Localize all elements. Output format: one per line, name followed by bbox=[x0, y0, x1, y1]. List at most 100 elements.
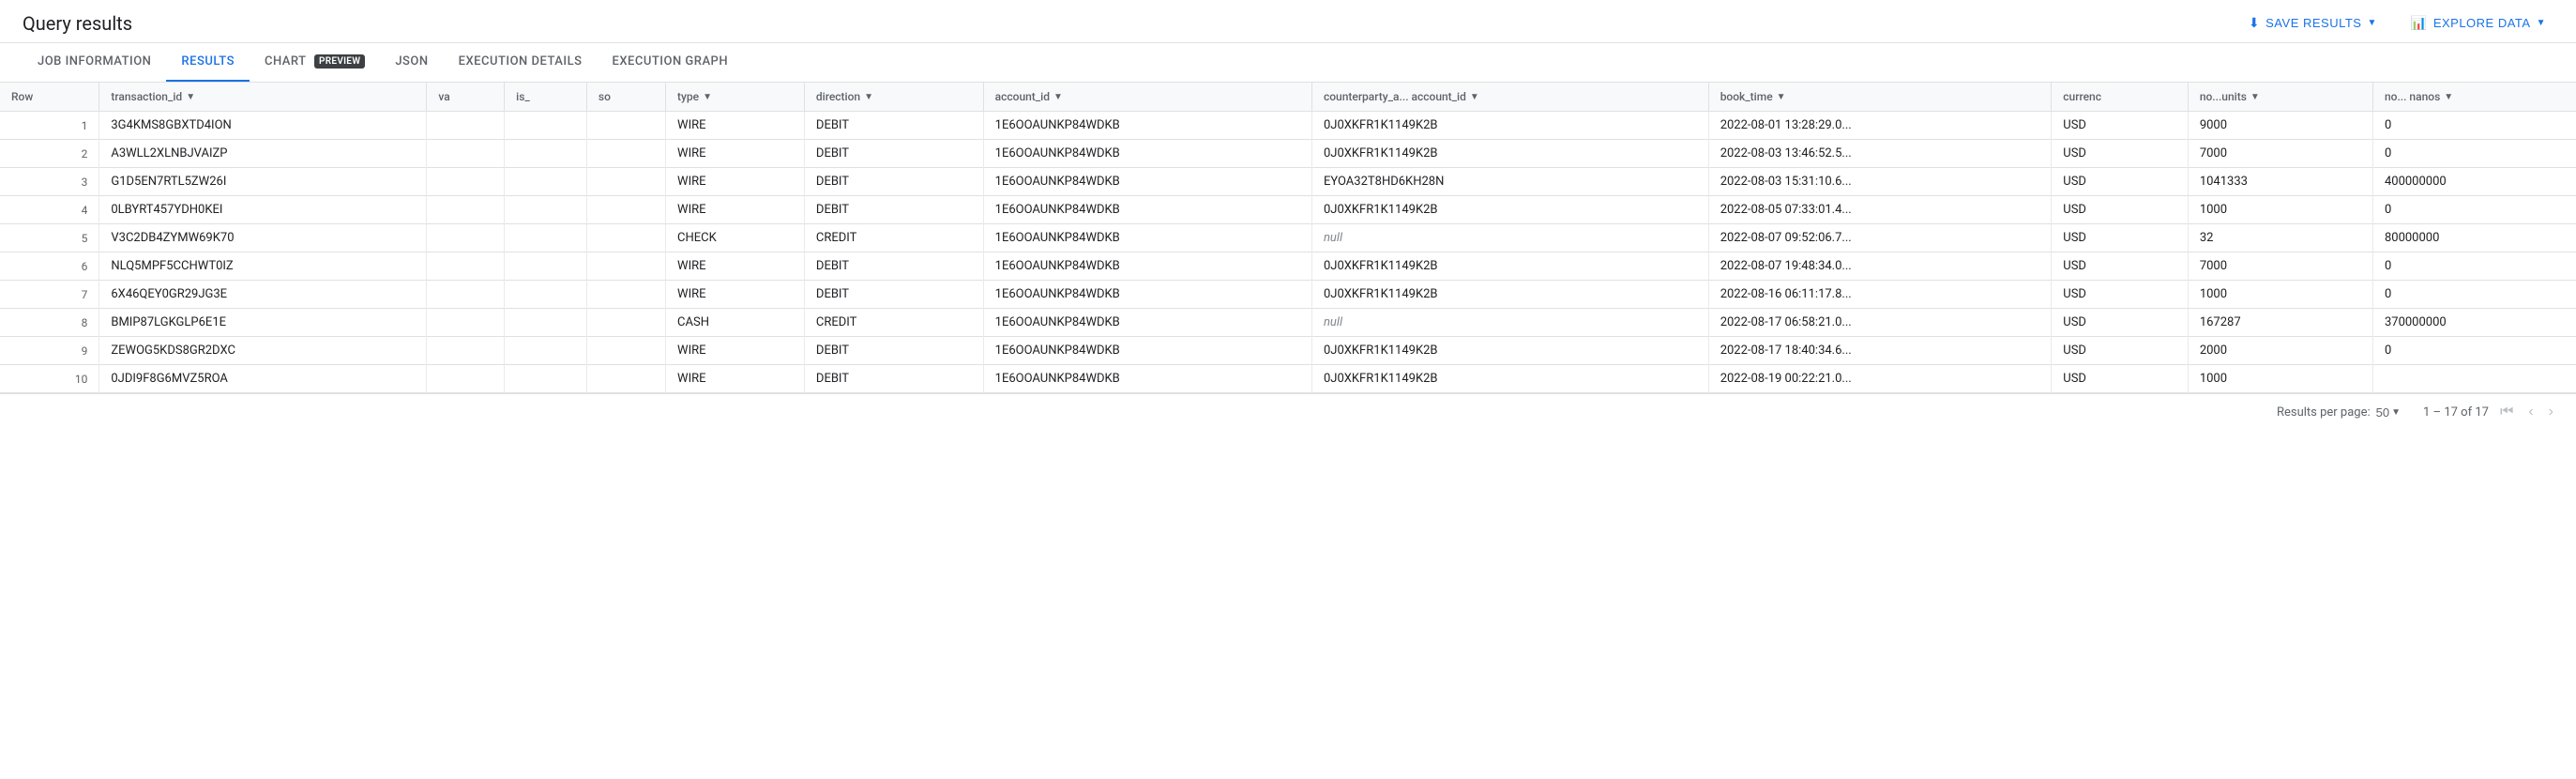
tab-results[interactable]: RESULTS bbox=[166, 43, 250, 82]
table-cell: USD bbox=[2052, 168, 2189, 196]
table-cell: 1E6OOAUNKP84WDKB bbox=[983, 196, 1311, 224]
header-actions: ⬇ SAVE RESULTS ▼ 📊 EXPLORE DATA ▼ bbox=[2241, 11, 2553, 35]
table-cell: BMIP87LGKGLP6E1E bbox=[99, 309, 427, 337]
table-cell: WIRE bbox=[666, 168, 805, 196]
results-per-page-label: Results per page: bbox=[2277, 405, 2371, 420]
table-cell: 2022-08-01 13:28:29.0... bbox=[1708, 112, 2052, 140]
prev-page-button[interactable]: ‹ bbox=[2524, 402, 2537, 422]
per-page-dropdown[interactable]: 50 ▼ bbox=[2376, 405, 2401, 420]
table-cell: 1E6OOAUNKP84WDKB bbox=[983, 168, 1311, 196]
table-cell: 32 bbox=[2188, 224, 2372, 252]
save-results-label: SAVE RESULTS bbox=[2265, 16, 2361, 30]
table-cell: 3G4KMS8GBXTD4ION bbox=[99, 112, 427, 140]
col-no-units-label: no...units bbox=[2200, 90, 2247, 103]
table-cell bbox=[505, 252, 587, 281]
table-cell: DEBIT bbox=[804, 365, 983, 393]
col-type-label: type bbox=[677, 90, 699, 103]
table-row: 76X46QEY0GR29JG3EWIREDEBIT1E6OOAUNKP84WD… bbox=[0, 281, 2576, 309]
table-cell: ZEWOG5KDS8GR2DXC bbox=[99, 337, 427, 365]
preview-badge: PREVIEW bbox=[314, 54, 365, 69]
col-header-no-units[interactable]: no...units ▼ bbox=[2188, 83, 2372, 112]
table-cell: EYOA32T8HD6KH28N bbox=[1311, 168, 1708, 196]
table-cell: A3WLL2XLNBJVAIZP bbox=[99, 140, 427, 168]
table-cell: USD bbox=[2052, 281, 2189, 309]
table-cell bbox=[427, 168, 505, 196]
table-cell: DEBIT bbox=[804, 281, 983, 309]
col-header-so[interactable]: so bbox=[586, 83, 665, 112]
table-cell bbox=[586, 309, 665, 337]
table-cell bbox=[586, 224, 665, 252]
table-row: 3G1D5EN7RTL5ZW26IWIREDEBIT1E6OOAUNKP84WD… bbox=[0, 168, 2576, 196]
table-cell: NLQ5MPF5CCHWT0IZ bbox=[99, 252, 427, 281]
col-transaction-id-label: transaction_id bbox=[111, 90, 182, 103]
table-cell bbox=[586, 168, 665, 196]
table-cell: 10 bbox=[0, 365, 99, 393]
table-cell: G1D5EN7RTL5ZW26I bbox=[99, 168, 427, 196]
save-results-chevron-icon: ▼ bbox=[2367, 18, 2376, 28]
tab-job-information[interactable]: JOB INFORMATION bbox=[23, 43, 166, 82]
table-cell: 0J0XKFR1K1149K2B bbox=[1311, 281, 1708, 309]
table-cell bbox=[505, 224, 587, 252]
table-cell: WIRE bbox=[666, 140, 805, 168]
col-header-va[interactable]: va bbox=[427, 83, 505, 112]
first-page-button[interactable]: ⏮ bbox=[2496, 402, 2517, 422]
table-cell: WIRE bbox=[666, 281, 805, 309]
table-cell: 8 bbox=[0, 309, 99, 337]
table-cell: 7 bbox=[0, 281, 99, 309]
explore-data-button[interactable]: 📊 EXPLORE DATA ▼ bbox=[2403, 11, 2553, 35]
col-currency-label: currenc bbox=[2063, 90, 2101, 103]
col-header-currency[interactable]: currenc bbox=[2052, 83, 2189, 112]
col-header-direction[interactable]: direction ▼ bbox=[804, 83, 983, 112]
table-cell: 1000 bbox=[2188, 281, 2372, 309]
table-cell: DEBIT bbox=[804, 252, 983, 281]
col-header-transaction-id[interactable]: transaction_id ▼ bbox=[99, 83, 427, 112]
table-cell: 0 bbox=[2372, 252, 2576, 281]
col-header-counterparty[interactable]: counterparty_a... account_id ▼ bbox=[1311, 83, 1708, 112]
col-header-book-time[interactable]: book_time ▼ bbox=[1708, 83, 2052, 112]
table-cell: 7000 bbox=[2188, 252, 2372, 281]
table-cell bbox=[505, 112, 587, 140]
table-cell: USD bbox=[2052, 196, 2189, 224]
table-cell: 2022-08-16 06:11:17.8... bbox=[1708, 281, 2052, 309]
tab-chart[interactable]: CHART PREVIEW bbox=[250, 43, 380, 82]
table-cell: 1E6OOAUNKP84WDKB bbox=[983, 252, 1311, 281]
table-cell bbox=[586, 365, 665, 393]
table-cell: 0J0XKFR1K1149K2B bbox=[1311, 252, 1708, 281]
table-cell: 6X46QEY0GR29JG3E bbox=[99, 281, 427, 309]
sort-icon-counterparty: ▼ bbox=[1470, 92, 1479, 102]
tab-execution-details[interactable]: EXECUTION DETAILS bbox=[444, 43, 598, 82]
table-cell bbox=[586, 281, 665, 309]
col-header-row[interactable]: Row bbox=[0, 83, 99, 112]
table-cell bbox=[505, 281, 587, 309]
table-cell: 1041333 bbox=[2188, 168, 2372, 196]
table-cell: 2022-08-03 15:31:10.6... bbox=[1708, 168, 2052, 196]
tab-json[interactable]: JSON bbox=[380, 43, 443, 82]
table-cell: 5 bbox=[0, 224, 99, 252]
table-cell: 3 bbox=[0, 168, 99, 196]
table-cell bbox=[427, 196, 505, 224]
table-cell: CHECK bbox=[666, 224, 805, 252]
table-cell bbox=[427, 365, 505, 393]
col-header-type[interactable]: type ▼ bbox=[666, 83, 805, 112]
per-page-value: 50 bbox=[2376, 405, 2389, 420]
next-page-button[interactable]: › bbox=[2545, 402, 2557, 422]
col-header-no-nanos[interactable]: no... nanos ▼ bbox=[2372, 83, 2576, 112]
table-cell: 2 bbox=[0, 140, 99, 168]
save-results-button[interactable]: ⬇ SAVE RESULTS ▼ bbox=[2241, 11, 2385, 35]
table-cell: 400000000 bbox=[2372, 168, 2576, 196]
table-cell bbox=[427, 337, 505, 365]
table-row: 6NLQ5MPF5CCHWT0IZWIREDEBIT1E6OOAUNKP84WD… bbox=[0, 252, 2576, 281]
col-resize-transaction-id[interactable] bbox=[422, 83, 426, 111]
table-cell: 0 bbox=[2372, 140, 2576, 168]
results-table: Row transaction_id ▼ va is_ so bbox=[0, 83, 2576, 393]
table-cell: 1E6OOAUNKP84WDKB bbox=[983, 224, 1311, 252]
table-cell: 1E6OOAUNKP84WDKB bbox=[983, 365, 1311, 393]
table-cell bbox=[505, 140, 587, 168]
table-cell: 0 bbox=[2372, 196, 2576, 224]
tab-execution-graph[interactable]: EXECUTION GRAPH bbox=[598, 43, 744, 82]
col-header-account-id[interactable]: account_id ▼ bbox=[983, 83, 1311, 112]
col-header-is[interactable]: is_ bbox=[505, 83, 587, 112]
table-cell: 2000 bbox=[2188, 337, 2372, 365]
table-cell: 1 bbox=[0, 112, 99, 140]
table-cell bbox=[586, 196, 665, 224]
